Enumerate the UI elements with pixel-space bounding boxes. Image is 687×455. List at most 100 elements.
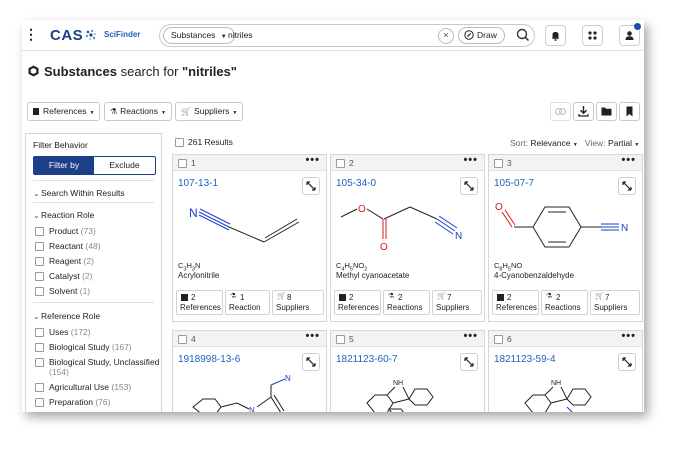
cas-registry-link[interactable]: 105-34-0	[336, 178, 376, 189]
substance-card[interactable]: 4 ••• 1918998-13-6 N N	[172, 330, 327, 412]
more-options-icon[interactable]: •••	[305, 154, 320, 166]
expand-icon[interactable]	[618, 177, 636, 195]
card-checkbox[interactable]	[494, 335, 503, 344]
expand-icon[interactable]	[460, 177, 478, 195]
cart-icon: 🛒	[277, 293, 286, 300]
download-icon	[578, 106, 589, 117]
substance-card[interactable]: 5 ••• 1821123-60-7 NH	[330, 330, 485, 412]
flask-icon: ⚗	[546, 293, 553, 300]
filter-behavior-toggle: Filter by Exclude	[33, 156, 156, 175]
expand-icon[interactable]	[460, 353, 478, 371]
card-checkbox[interactable]	[336, 335, 345, 344]
app-menu-icon[interactable]: ⋮	[24, 27, 38, 43]
checkbox[interactable]	[35, 358, 44, 367]
flask-icon: ⚗	[110, 107, 118, 116]
reactions-stat-button[interactable]: ⚗ 2 Reactions	[541, 290, 588, 315]
structure-methyl-cyanoacetate[interactable]: O O N	[337, 197, 477, 259]
search-input[interactable]: nitriles	[228, 30, 253, 40]
reference-role-toggle[interactable]: ⌄Reference Role	[33, 311, 100, 321]
expand-icon[interactable]	[618, 353, 636, 371]
checkbox[interactable]	[35, 257, 44, 266]
chevron-down-icon: ▼	[232, 110, 238, 116]
draw-button[interactable]: Draw	[458, 27, 505, 44]
substance-card[interactable]: 2 ••• 105-34-0 O O N C4H5NO2 Methyl cyano…	[330, 154, 485, 322]
cas-registry-link[interactable]: 1821123-60-7	[336, 354, 398, 365]
checkbox[interactable]	[35, 398, 44, 407]
references-stat-button[interactable]: 2 References	[176, 290, 223, 315]
card-header: 6 •••	[489, 330, 642, 347]
exclude-button[interactable]: Exclude	[94, 157, 155, 174]
card-header: 2 •••	[331, 154, 484, 171]
checkbox[interactable]	[35, 287, 44, 296]
card-header: 3 •••	[489, 154, 642, 171]
checkbox[interactable]	[35, 343, 44, 352]
download-button[interactable]	[573, 102, 594, 121]
search-icon[interactable]	[515, 27, 531, 43]
search-bar: Substances ▼ nitriles × Draw	[159, 24, 535, 47]
expand-icon[interactable]	[302, 353, 320, 371]
more-options-icon[interactable]: •••	[621, 330, 636, 342]
suppliers-stat-button[interactable]: 🛒 7 Suppliers	[590, 290, 640, 315]
search-scope-dropdown[interactable]: Substances ▼	[163, 27, 235, 44]
bookmark-button[interactable]	[619, 102, 640, 121]
more-options-icon[interactable]: •••	[305, 330, 320, 342]
checkbox[interactable]	[35, 383, 44, 392]
view-dropdown[interactable]: Partial ▼	[608, 138, 639, 148]
structure-preview[interactable]: N N	[179, 373, 319, 412]
card-checkbox[interactable]	[494, 159, 503, 168]
book-icon	[497, 294, 504, 301]
checkbox[interactable]	[35, 242, 44, 251]
bookmark-icon	[626, 106, 633, 117]
oxygen-atom-label: O	[380, 242, 388, 253]
cart-icon: 🛒	[595, 293, 604, 300]
structure-preview[interactable]: NH	[495, 373, 635, 412]
references-button[interactable]: References ▼	[27, 102, 101, 121]
reactions-stat-button[interactable]: ⚗ 2 Reactions	[383, 290, 430, 315]
clear-search-icon[interactable]: ×	[438, 28, 454, 44]
cas-registry-link[interactable]: 1918998-13-6	[178, 354, 240, 365]
substance-name: Methyl cyanoacetate	[336, 271, 410, 280]
draw-icon	[464, 30, 474, 40]
cas-registry-link[interactable]: 1821123-59-4	[494, 354, 556, 365]
reactions-stat-button[interactable]: ⚗ 1 Reaction	[225, 290, 270, 315]
suppliers-stat-button[interactable]: 🛒 8 Suppliers	[272, 290, 324, 315]
structure-4-cyanobenzaldehyde[interactable]: O N	[495, 197, 635, 259]
expand-icon[interactable]	[302, 177, 320, 195]
card-checkbox[interactable]	[178, 159, 187, 168]
substance-card[interactable]: 1 ••• 107-13-1 N C3H3N Acrylonitrile 2 Ref…	[172, 154, 327, 322]
nh-atom-label: NH	[393, 380, 403, 387]
reaction-role-toggle[interactable]: ⌄Reaction Role	[33, 210, 94, 220]
compare-button[interactable]	[550, 102, 571, 121]
structure-acrylonitrile[interactable]: N	[179, 197, 319, 259]
substance-card[interactable]: 3 ••• 105-07-7 O N C8H5NO 4-Cyanobenzalde…	[488, 154, 643, 322]
suppliers-stat-button[interactable]: 🛒 7 Suppliers	[432, 290, 482, 315]
more-options-icon[interactable]: •••	[463, 154, 478, 166]
filter-by-button[interactable]: Filter by	[34, 157, 94, 174]
checkbox[interactable]	[35, 227, 44, 236]
select-all-checkbox[interactable]	[175, 138, 184, 147]
search-within-results-toggle[interactable]: ⌄Search Within Results	[33, 188, 125, 198]
cas-logo[interactable]: CAS	[50, 27, 83, 44]
apps-button[interactable]	[582, 25, 603, 46]
folder-icon	[601, 107, 612, 116]
card-checkbox[interactable]	[336, 159, 345, 168]
substance-card[interactable]: 6 ••• 1821123-59-4 NH	[488, 330, 643, 412]
reactions-button[interactable]: ⚗ Reactions ▼	[104, 102, 172, 121]
suppliers-button[interactable]: 🛒 Suppliers ▼	[175, 102, 244, 121]
card-checkbox[interactable]	[178, 335, 187, 344]
sort-dropdown[interactable]: Relevance ▼	[530, 138, 578, 148]
nitrogen-atom-label: N	[285, 374, 291, 383]
more-options-icon[interactable]: •••	[463, 330, 478, 342]
references-stat-button[interactable]: 2 References	[492, 290, 539, 315]
checkbox[interactable]	[35, 272, 44, 281]
more-options-icon[interactable]: •••	[621, 154, 636, 166]
cas-registry-link[interactable]: 107-13-1	[178, 178, 218, 189]
checkbox[interactable]	[35, 328, 44, 337]
apps-grid-icon	[588, 31, 597, 40]
references-stat-button[interactable]: 2 References	[334, 290, 381, 315]
chevron-down-icon: ▼	[634, 142, 640, 148]
save-folder-button[interactable]	[596, 102, 617, 121]
notifications-button[interactable]	[545, 25, 566, 46]
structure-preview[interactable]: NH	[337, 373, 477, 412]
cas-registry-link[interactable]: 105-07-7	[494, 178, 534, 189]
